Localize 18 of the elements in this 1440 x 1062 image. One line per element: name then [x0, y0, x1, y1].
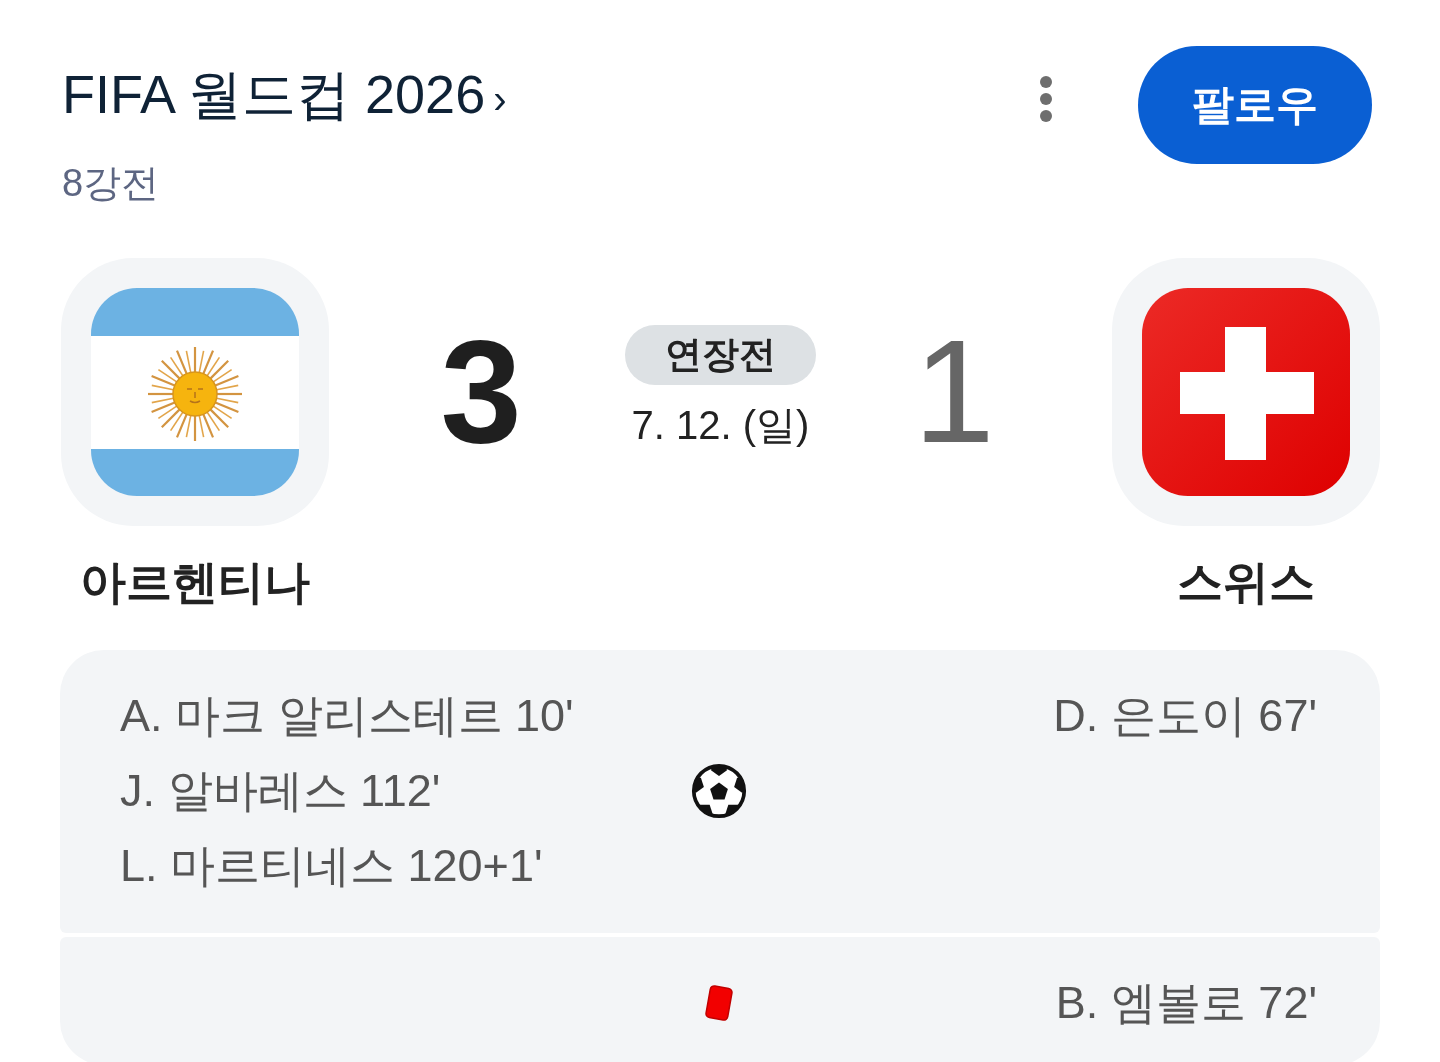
goal-scorer: D. 은도이 67' [1053, 689, 1317, 743]
more-icon[interactable] [1040, 76, 1052, 122]
goal-scorer: L. 마르티네스 120+1' [120, 839, 544, 893]
team-score: 1 [913, 317, 995, 467]
soccer-ball-icon [690, 762, 747, 819]
goal-scorer: A. 마크 알리스테르 10' [120, 689, 575, 743]
team-name: 아르헨티나 [80, 555, 310, 610]
swiss-flag-icon [1112, 258, 1380, 526]
competition-link[interactable]: FIFA 월드컵 2026› [62, 62, 507, 131]
follow-button[interactable]: 팔로우 [1138, 46, 1372, 164]
team-score: 3 [440, 317, 522, 467]
sent-off-player: B. 엠볼로 72' [1055, 976, 1317, 1030]
argentina-flag-icon [61, 258, 329, 526]
match-date: 7. 12. (일) [631, 402, 810, 449]
status-badge: 연장전 [625, 325, 816, 385]
goal-scorer: J. 알바레스 112' [120, 764, 442, 818]
stage-label: 8강전 [62, 161, 160, 206]
team-name: 스위스 [1177, 555, 1315, 610]
